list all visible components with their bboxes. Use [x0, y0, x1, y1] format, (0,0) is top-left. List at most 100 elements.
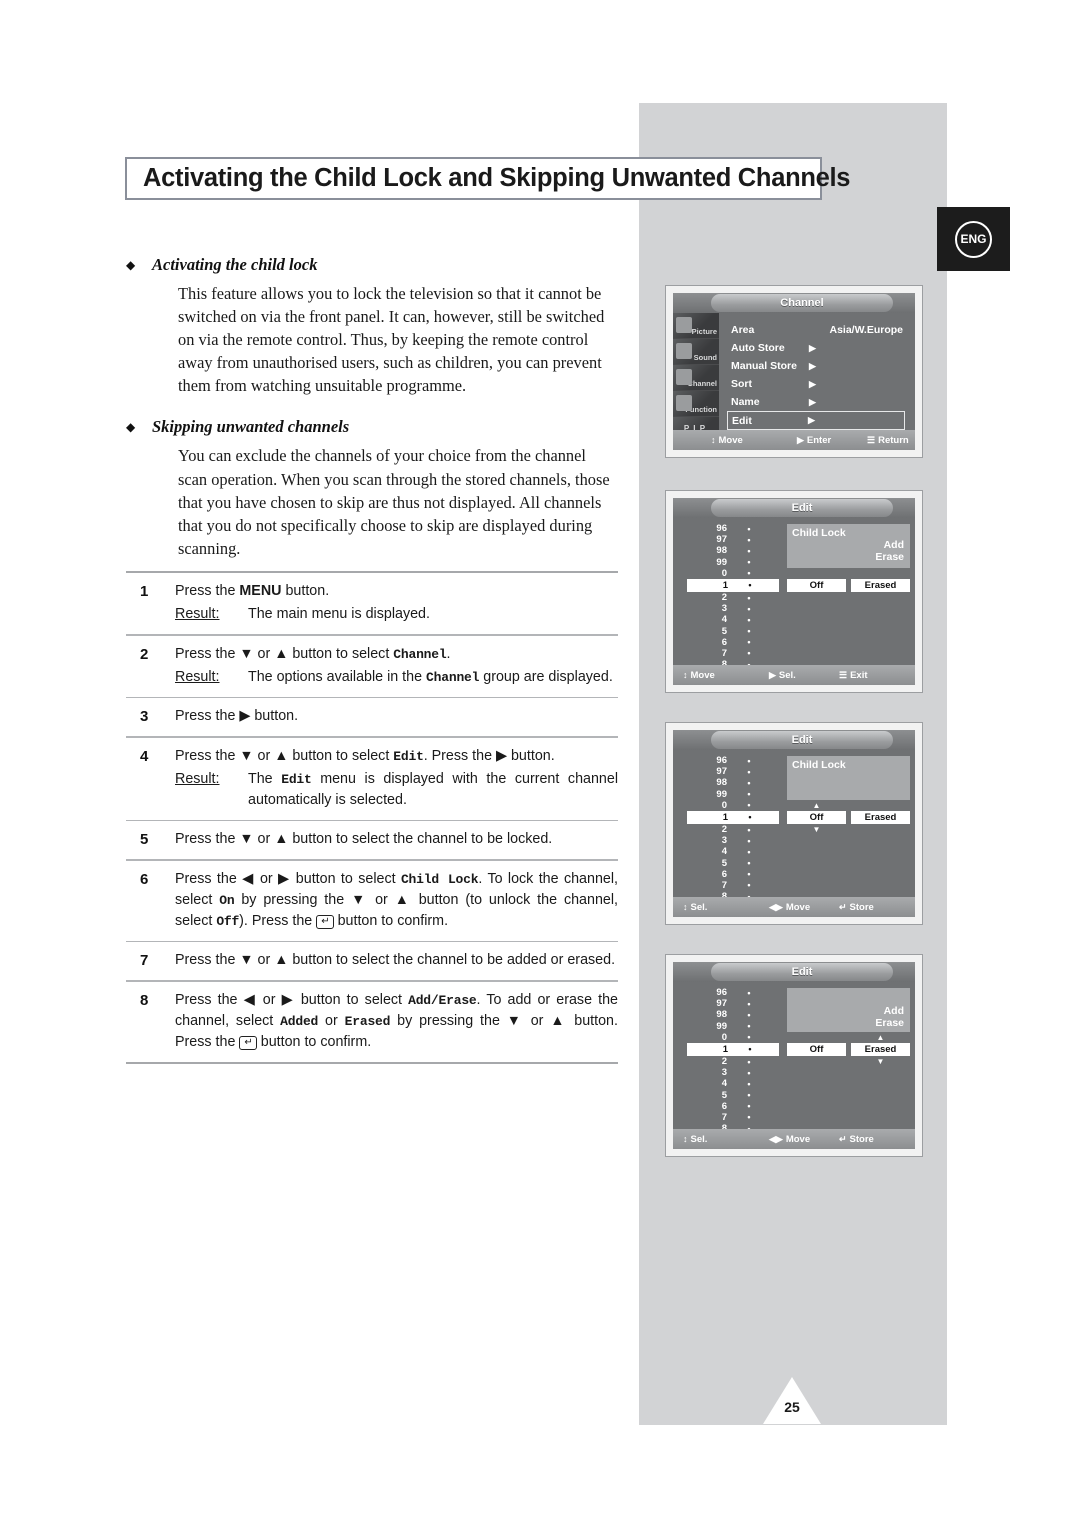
channel-list[interactable]: 96•97•98•99•0•1•2•3•4•5•6•7•8•: [687, 987, 779, 1134]
step-row: 6 Press the ◀ or ▶ button to select Child…: [126, 861, 618, 941]
channel-list-row[interactable]: 98 •: [687, 545, 779, 556]
section-body-skipping: You can exclude the channels of your cho…: [178, 446, 610, 558]
language-badge: ENG: [937, 207, 1010, 271]
osd-sidebar-item-channel[interactable]: Channel: [673, 365, 719, 391]
channel-icon: [676, 369, 692, 385]
edit-value-row: Off Erased: [787, 579, 910, 592]
channel-name-dot: •: [747, 1021, 751, 1032]
channel-list-row[interactable]: 99 •: [687, 557, 779, 568]
channel-list-row[interactable]: 7 •: [687, 1112, 779, 1123]
channel-list-row[interactable]: 2 •: [687, 824, 779, 835]
channel-list-row[interactable]: 3 •: [687, 1067, 779, 1078]
channel-number: 1: [722, 1043, 728, 1055]
child-lock-value[interactable]: Off: [787, 1043, 846, 1056]
channel-list-row[interactable]: 96 •: [687, 755, 779, 766]
channel-list-row[interactable]: 1 •: [687, 1042, 779, 1056]
direction-arrow-icon: ▲: [274, 747, 289, 764]
channel-list-row[interactable]: 6 •: [687, 637, 779, 648]
step-number: 4: [140, 747, 149, 765]
add-erase-up-arrow-icon[interactable]: ▲: [851, 1034, 910, 1042]
channel-list-row[interactable]: 5 •: [687, 1090, 779, 1101]
osd-menu-item-manual-store[interactable]: Manual Store ▶: [727, 357, 905, 375]
hint-glyph-icon: ↵: [839, 1133, 847, 1144]
channel-list-row[interactable]: 2 •: [687, 1056, 779, 1067]
child-lock-down-arrow-icon[interactable]: ▼: [787, 826, 846, 834]
channel-list-row[interactable]: 96 •: [687, 987, 779, 998]
channel-list-row[interactable]: 5 •: [687, 626, 779, 637]
add-erase-value[interactable]: Erased: [851, 1043, 910, 1056]
channel-list-row[interactable]: 3 •: [687, 603, 779, 614]
osd-menu-item-auto-store[interactable]: Auto Store ▶: [727, 339, 905, 357]
channel-list-row[interactable]: 98 •: [687, 1009, 779, 1020]
add-erase-value[interactable]: Erased: [851, 579, 910, 592]
channel-list-row[interactable]: 6 •: [687, 1101, 779, 1112]
channel-list-row[interactable]: 97 •: [687, 534, 779, 545]
channel-list-row[interactable]: 1 •: [687, 810, 779, 824]
direction-arrow-icon: ▶: [496, 747, 507, 764]
inline-code: Edit: [281, 771, 312, 787]
channel-list-row[interactable]: 99 •: [687, 1021, 779, 1032]
channel-list-row[interactable]: 0 •: [687, 1032, 779, 1043]
osd-title: Edit: [711, 963, 893, 981]
channel-list-row[interactable]: 6 •: [687, 869, 779, 880]
add-label: Add: [883, 1005, 904, 1017]
edit-options-panel: Child Lock Add Erase: [787, 524, 910, 568]
channel-list-row[interactable]: 97 •: [687, 998, 779, 1009]
channel-list-row[interactable]: 4 •: [687, 1078, 779, 1089]
osd-menu-item-sort[interactable]: Sort ▶: [727, 375, 905, 393]
channel-number: 2: [721, 1056, 727, 1068]
channel-list-row[interactable]: 2 •: [687, 592, 779, 603]
step-number: 2: [140, 645, 149, 663]
direction-arrow-icon: ▶: [239, 708, 251, 724]
channel-list[interactable]: 96•97•98•99•0•1•2•3•4•5•6•7•8•: [687, 755, 779, 902]
result-label: Result:: [175, 668, 220, 685]
channel-name-dot: •: [747, 789, 751, 800]
channel-list-row[interactable]: 5 •: [687, 858, 779, 869]
osd-menu-item-area[interactable]: Area Asia/W.Europe: [727, 321, 905, 339]
channel-list[interactable]: 96•97•98•99•0•1•2•3•4•5•6•7•8•: [687, 523, 779, 670]
channel-list-row[interactable]: 1 •: [687, 578, 779, 592]
channel-list-row[interactable]: 0 •: [687, 800, 779, 811]
osd-menu-item-label: Manual Store: [731, 360, 797, 372]
channel-number: 97: [716, 998, 727, 1010]
add-erase-value[interactable]: Erased: [851, 811, 910, 824]
osd-footer-hints: ↕ Sel. ◀▶ Move ↵ Store: [673, 1129, 915, 1149]
channel-list-row[interactable]: 96 •: [687, 523, 779, 534]
osd-sidebar-item-sound[interactable]: Sound: [673, 339, 719, 365]
channel-list-row[interactable]: 7 •: [687, 880, 779, 891]
child-lock-label: Child Lock: [792, 527, 846, 539]
channel-list-row[interactable]: 98 •: [687, 777, 779, 788]
channel-list-row[interactable]: 4 •: [687, 614, 779, 625]
section-heading-skipping: ◆ Skipping unwanted channels: [126, 417, 618, 437]
channel-list-row[interactable]: 3 •: [687, 835, 779, 846]
hint-label: Exit: [850, 669, 868, 681]
osd-screenshot-edit-3: Edit 96•97•98•99•0•1•2•3•4•5•6•7•8•AddEr…: [665, 954, 923, 1157]
channel-list-row[interactable]: 4 •: [687, 846, 779, 857]
inline-code: Add/Erase: [408, 992, 477, 1008]
channel-list-row[interactable]: 99 •: [687, 789, 779, 800]
osd-sidebar-label: Picture: [691, 327, 717, 336]
child-lock-up-arrow-icon[interactable]: ▲: [787, 802, 846, 810]
osd-menu-item-name[interactable]: Name ▶: [727, 393, 905, 411]
osd-title: Channel: [711, 294, 893, 312]
osd-hint-return: ☰ Return: [867, 435, 909, 446]
osd-sidebar-item-picture[interactable]: Picture: [673, 313, 719, 339]
channel-list-row[interactable]: 0 •: [687, 568, 779, 579]
add-erase-down-arrow-icon[interactable]: ▼: [851, 1058, 910, 1066]
channel-name-dot: •: [747, 1101, 751, 1112]
channel-number: 7: [721, 647, 727, 659]
channel-list-row[interactable]: 7 •: [687, 648, 779, 659]
channel-list-row[interactable]: 97 •: [687, 766, 779, 777]
step-instruction: Press the ▼ or ▲ button to select Edit. …: [175, 747, 555, 764]
child-lock-value[interactable]: Off: [787, 579, 846, 592]
step-divider: [126, 1061, 618, 1064]
step-number: 5: [140, 831, 149, 848]
osd-title: Edit: [711, 731, 893, 749]
channel-number: 0: [721, 1031, 727, 1043]
osd-menu-item-label: Area: [731, 324, 755, 336]
osd-menu-item-edit[interactable]: Edit ▶: [727, 411, 905, 430]
osd-sidebar-item-function[interactable]: Function: [673, 391, 719, 417]
channel-name-dot: •: [747, 987, 751, 998]
child-lock-value[interactable]: Off: [787, 811, 846, 824]
channel-number: 6: [721, 868, 727, 880]
